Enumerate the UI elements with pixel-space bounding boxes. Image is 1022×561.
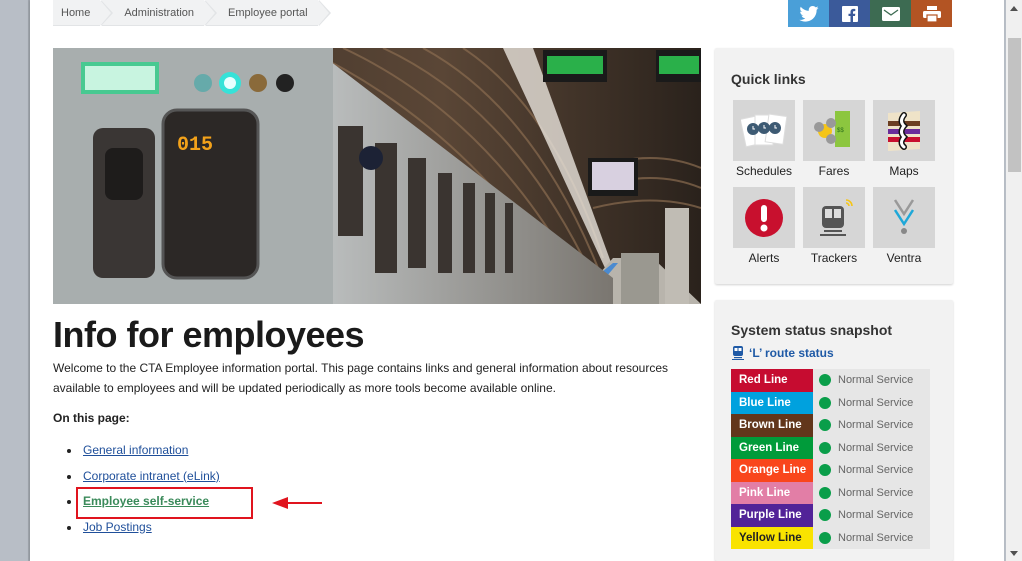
status-dot-icon xyxy=(819,509,831,522)
twitter-icon xyxy=(798,5,819,22)
scroll-down-button[interactable] xyxy=(1006,545,1022,561)
line-status: Normal Service xyxy=(838,509,914,522)
maps-icon xyxy=(888,110,920,151)
line-status: Normal Service xyxy=(838,419,914,432)
line-status-row: Yellow Line Normal Service xyxy=(731,526,930,549)
page-title: Info for employees xyxy=(53,314,365,355)
line-status-row: Brown Line Normal Service xyxy=(731,414,930,437)
arrow-up-icon xyxy=(1010,5,1018,11)
share-bar xyxy=(788,0,952,27)
status-dot-icon xyxy=(819,396,831,409)
email-share-button[interactable] xyxy=(870,0,911,27)
schedules-icon xyxy=(741,112,787,147)
quick-link-label: Ventra xyxy=(886,251,922,265)
facebook-icon xyxy=(841,5,858,22)
quick-link-ventra[interactable]: Ventra xyxy=(873,187,935,274)
breadcrumb: Home Administration Employee portal xyxy=(53,0,330,26)
fares-icon: $$ xyxy=(814,110,850,147)
job-postings-link[interactable]: Job Postings xyxy=(83,520,152,534)
general-information-link[interactable]: General information xyxy=(83,443,188,457)
breadcrumb-employee-portal[interactable]: Employee portal xyxy=(206,0,330,26)
breadcrumb-home[interactable]: Home xyxy=(53,0,114,26)
quick-link-label: Alerts xyxy=(748,251,780,265)
arrow-down-icon xyxy=(1010,550,1018,556)
on-this-page-heading: On this page: xyxy=(53,411,130,425)
line-status-row: Red Line Normal Service xyxy=(731,369,930,392)
line-status-row: Purple Line Normal Service xyxy=(731,504,930,527)
email-icon xyxy=(881,6,900,21)
train-number: 015 xyxy=(177,134,213,157)
system-status-title: System status snapshot xyxy=(731,322,893,338)
quick-link-trackers[interactable]: Trackers xyxy=(803,187,865,274)
route-status-label: ‘L’ route status xyxy=(749,346,834,360)
status-dot-icon xyxy=(819,374,831,387)
line-status: Normal Service xyxy=(838,441,914,454)
purple-line-link[interactable]: Purple Line xyxy=(731,504,813,527)
annotation-arrow-icon xyxy=(272,497,322,509)
quick-link-maps[interactable]: Maps xyxy=(873,100,935,187)
line-status: Normal Service xyxy=(838,396,914,409)
trackers-icon xyxy=(820,198,853,236)
twitter-share-button[interactable] xyxy=(788,0,829,27)
line-status-row: Green Line Normal Service xyxy=(731,436,930,459)
ventra-icon xyxy=(893,198,915,234)
line-status: Normal Service xyxy=(838,531,914,544)
quick-link-label: Schedules xyxy=(735,164,793,178)
quick-links-card: Quick links Schedules $$ Fares Maps Aler… xyxy=(715,48,953,284)
train-photo: 015 xyxy=(53,48,701,304)
status-dot-icon xyxy=(819,464,831,477)
yellow-line-link[interactable]: Yellow Line xyxy=(731,526,813,549)
line-status: Normal Service xyxy=(838,464,914,477)
quick-link-fares[interactable]: $$ Fares xyxy=(803,100,865,187)
facebook-share-button[interactable] xyxy=(829,0,870,27)
line-status-row: Blue Line Normal Service xyxy=(731,391,930,414)
quick-links-title: Quick links xyxy=(731,71,806,87)
intro-text: Welcome to the CTA Employee information … xyxy=(53,361,668,395)
status-dot-icon xyxy=(819,531,831,544)
quick-link-alerts[interactable]: Alerts xyxy=(733,187,795,274)
quick-link-label: Fares xyxy=(818,164,850,178)
list-item: General information xyxy=(66,440,220,466)
list-item: Job Postings xyxy=(66,517,220,543)
green-line-link[interactable]: Green Line xyxy=(731,436,813,459)
system-status-card: System status snapshot ‘L’ route status … xyxy=(715,300,953,561)
line-status: Normal Service xyxy=(838,486,914,499)
page: Home Administration Employee portal 015 … xyxy=(30,0,1004,561)
quick-link-schedules[interactable]: Schedules xyxy=(733,100,795,187)
red-line-link[interactable]: Red Line xyxy=(731,369,813,392)
quick-link-label: Trackers xyxy=(810,251,858,265)
orange-line-link[interactable]: Orange Line xyxy=(731,459,813,482)
svg-text:$$: $$ xyxy=(837,128,844,134)
brown-line-link[interactable]: Brown Line xyxy=(731,414,813,437)
status-dot-icon xyxy=(819,441,831,454)
quick-link-label: Maps xyxy=(889,164,919,178)
line-status-table: Red Line Normal Service Blue Line Normal… xyxy=(731,369,930,549)
print-button[interactable] xyxy=(911,0,952,27)
alerts-icon xyxy=(745,198,783,237)
annotation-highlight-box xyxy=(76,487,253,519)
scrollbar-thumb[interactable] xyxy=(1008,38,1021,172)
status-dot-icon xyxy=(819,486,831,499)
blue-line-link[interactable]: Blue Line xyxy=(731,391,813,414)
print-icon xyxy=(922,5,941,22)
hero-image: 015 xyxy=(53,48,701,304)
scroll-up-button[interactable] xyxy=(1006,0,1022,16)
line-status: Normal Service xyxy=(838,374,914,387)
route-status-link[interactable]: ‘L’ route status xyxy=(732,346,834,360)
page-scrollbar[interactable] xyxy=(1006,0,1022,561)
line-status-row: Orange Line Normal Service xyxy=(731,459,930,482)
train-icon xyxy=(732,346,744,360)
pink-line-link[interactable]: Pink Line xyxy=(731,481,813,504)
breadcrumb-administration[interactable]: Administration xyxy=(102,0,217,26)
line-status-row: Pink Line Normal Service xyxy=(731,481,930,504)
status-dot-icon xyxy=(819,419,831,432)
corporate-intranet-link[interactable]: Corporate intranet (eLink) xyxy=(83,469,220,483)
